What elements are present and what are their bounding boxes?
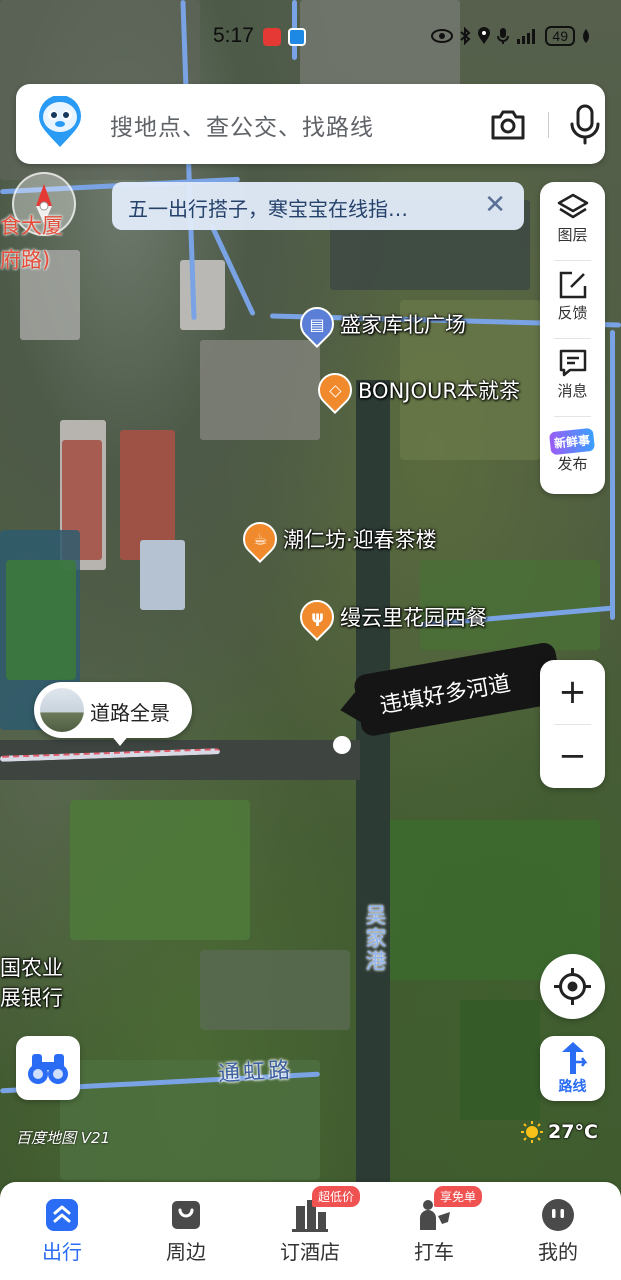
search-bar[interactable]: 搜地点、查公交、找路线 [16,84,605,164]
publish-button[interactable]: 新鲜事 发布 [540,416,605,494]
message-icon [559,349,586,377]
sun-icon [521,1121,543,1143]
weather-widget[interactable]: 27°C [520,1120,598,1144]
signal-icon [517,29,536,44]
nav-label: 订酒店 [280,1240,340,1264]
route-arrow-icon [561,1042,587,1074]
crosshair-icon [554,968,591,1005]
poi-marker[interactable]: ψ 缦云里花园西餐 [292,592,487,642]
map-sports-field [6,560,76,680]
route-button[interactable]: 路线 [540,1036,605,1101]
nav-label: 打车 [414,1240,454,1264]
nav-label: 出行 [42,1240,82,1264]
layers-label: 图层 [557,226,588,244]
leaf-icon [583,29,589,43]
nav-label: 周边 [166,1240,206,1264]
route-label: 路线 [558,1079,587,1095]
bluetooth-icon [460,27,471,45]
baidu-maps-logo-icon [39,96,81,147]
map-label: 食大厦 [0,214,63,238]
locate-me-button[interactable] [540,954,605,1019]
banner-text: 五一出行搭子，寒宝宝在线指… [128,197,408,221]
messages-label: 消息 [557,382,588,400]
promo-banner[interactable]: 五一出行搭子，寒宝宝在线指… ✕ [112,182,524,230]
close-icon[interactable]: ✕ [484,190,506,220]
note-text: 违填好多河道 [378,671,513,719]
battery-indicator: 49 [545,26,575,46]
eye-icon [431,29,454,43]
poi-label: 缦云里花园西餐 [340,606,487,630]
poi-label: 盛家库北广场 [340,313,466,337]
map-river [356,380,390,1200]
street-view-label: 道路全景 [90,701,170,725]
explore-button[interactable] [16,1036,80,1100]
nav-taxi[interactable]: 享免单 打车 [384,1182,484,1280]
nav-nearby[interactable]: 周边 [136,1182,236,1280]
status-icons: 49 [431,26,591,46]
map-building [180,260,225,330]
street-view-pointer [110,734,130,746]
binoculars-icon [28,1054,68,1084]
nav-travel[interactable]: 出行 [12,1182,112,1280]
layers-icon [557,193,588,219]
poi-label: 潮仁坊·迎春茶楼 [283,528,437,552]
map-field [460,1000,540,1120]
teashop-icon: ◇ [310,365,360,415]
nav-profile[interactable]: 我的 [508,1182,608,1280]
location-icon [478,27,491,44]
zoom-out-button[interactable]: − [540,724,605,788]
map-building [200,340,320,440]
messages-button[interactable]: 消息 [540,338,605,416]
travel-icon [46,1199,78,1231]
zoom-in-button[interactable]: + [540,660,605,724]
shield-notification-icon [288,28,306,46]
map-label: 府路) [0,248,51,272]
poi-label: BONJOUR本就茶 [358,379,520,403]
nav-badge: 超低价 [312,1186,361,1207]
map-label-river: 吴家港 [363,904,387,973]
search-divider [548,112,549,138]
layers-button[interactable]: 图层 [540,182,605,260]
poi-marker[interactable]: ▤ 盛家库北广场 [292,299,466,349]
street-view-button[interactable]: 道路全景 [34,682,192,738]
poi-marker[interactable]: ◇ BONJOUR本就茶 [310,365,520,415]
nav-badge: 享免单 [434,1186,483,1207]
feedback-edit-icon [559,271,586,299]
baidu-maps-watermark: 百度地图 V21 [16,1129,111,1147]
search-input[interactable]: 搜地点、查公交、找路线 [110,108,374,142]
mic-status-icon [497,28,510,44]
map-label-bank[interactable]: 国农业 [0,952,63,982]
building-icon: ▤ [292,299,342,349]
cup-icon: ☕ [235,514,285,564]
weather-temp: 27°C [548,1121,598,1143]
map-label-bank[interactable]: 展银行 [0,982,63,1012]
street-view-thumbnail [40,688,84,732]
map-field [200,950,350,1030]
publish-label: 发布 [557,455,588,473]
microphone-icon[interactable] [565,102,605,146]
nav-hotel[interactable]: 超低价 订酒店 [260,1182,361,1280]
poi-marker[interactable]: ☕ 潮仁坊·迎春茶楼 [235,514,437,564]
fresh-news-icon: 新鲜事 [549,427,596,456]
map-route-line [610,330,615,620]
camera-icon[interactable] [488,106,528,144]
zoom-controls: + − [540,660,605,788]
nav-label: 我的 [538,1240,578,1264]
note-location-dot[interactable] [333,736,351,754]
status-time: 5:17 [213,24,254,47]
bottom-navigation: 出行 周边 超低价 订酒店 享免单 打车 我的 [0,1182,621,1280]
nearby-bag-icon [172,1201,200,1229]
map-label-road: 通虹路 [217,1058,294,1087]
map-tools-panel: 图层 反馈 消息 新鲜事 发布 [540,182,605,494]
profile-face-icon [542,1199,574,1231]
map-road [0,740,360,780]
notification-app-icon [263,28,281,46]
fork-knife-icon: ψ [292,592,342,642]
feedback-label: 反馈 [557,304,588,322]
status-bar: 5:17 49 [0,22,621,52]
map-building [140,540,185,610]
map-field [70,800,250,940]
feedback-button[interactable]: 反馈 [540,260,605,338]
